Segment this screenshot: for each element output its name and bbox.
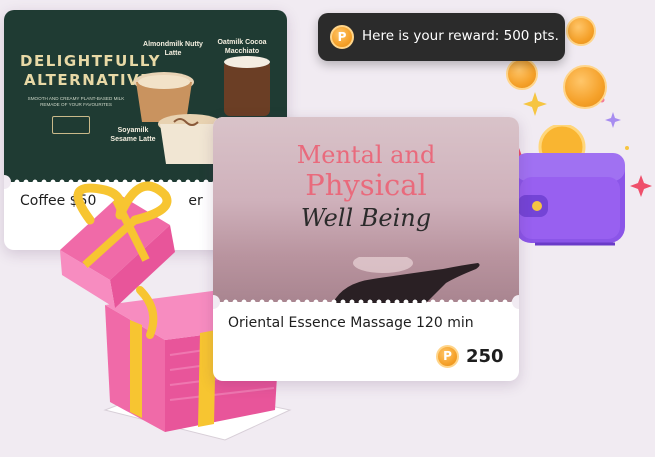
points-coin-icon: P: [330, 25, 354, 49]
coin-icon: [566, 16, 596, 46]
toast-message: Here is your reward: 500 pts.: [362, 28, 559, 44]
sparkle-icon: [523, 92, 547, 116]
reward-toast: P Here is your reward: 500 pts.: [318, 13, 565, 61]
badge: [52, 116, 90, 134]
points-coin-icon: P: [436, 345, 459, 368]
massage-reward-card[interactable]: Mental and Physical Well Being Oriental …: [213, 117, 519, 381]
hand-silhouette: [333, 257, 480, 303]
wallet-icon: [515, 125, 625, 246]
promo-subline: SMOOTH AND CREAMY PLANT-BASED MILK REMAD…: [27, 96, 125, 107]
reward-title: Oriental Essence Massage 120 min: [228, 315, 474, 331]
coin-icon: [563, 65, 607, 109]
points-price: 250: [466, 346, 504, 367]
promo-heading: Mental and Physical Well Being: [296, 141, 436, 232]
coin-icon: [506, 58, 538, 90]
massage-card-image: Mental and Physical Well Being: [213, 117, 519, 303]
